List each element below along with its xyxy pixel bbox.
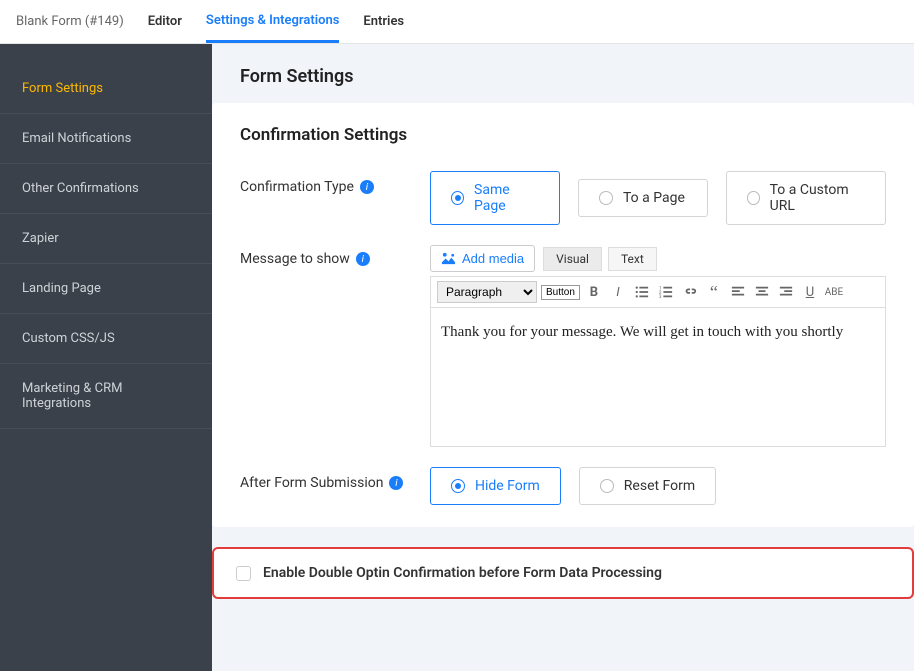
- align-center-icon[interactable]: [752, 282, 772, 302]
- sidebar-item-marketing-crm[interactable]: Marketing & CRM Integrations: [0, 364, 212, 429]
- option-to-a-page[interactable]: To a Page: [578, 179, 708, 217]
- italic-icon[interactable]: I: [608, 282, 628, 302]
- message-label: Message to show: [240, 251, 350, 267]
- page-title: Form Settings: [212, 44, 914, 103]
- double-optin-checkbox[interactable]: [236, 566, 251, 581]
- radio-icon: [451, 479, 465, 493]
- message-editor[interactable]: Thank you for your message. We will get …: [430, 307, 886, 447]
- sidebar-item-email-notifications[interactable]: Email Notifications: [0, 114, 212, 164]
- info-icon[interactable]: i: [389, 476, 403, 490]
- radio-icon: [599, 191, 613, 205]
- strikethrough-icon[interactable]: ABE: [824, 282, 844, 302]
- tab-settings-integrations[interactable]: Settings & Integrations: [206, 1, 340, 43]
- option-to-a-custom-url[interactable]: To a Custom URL: [726, 171, 886, 225]
- info-icon[interactable]: i: [360, 180, 374, 194]
- after-submission-label: After Form Submission: [240, 475, 383, 491]
- bold-icon[interactable]: B: [584, 282, 604, 302]
- sidebar-item-landing-page[interactable]: Landing Page: [0, 264, 212, 314]
- confirmation-type-label: Confirmation Type: [240, 179, 354, 195]
- panel-title: Confirmation Settings: [240, 125, 886, 145]
- sidebar-item-custom-css-js[interactable]: Custom CSS/JS: [0, 314, 212, 364]
- align-left-icon[interactable]: [728, 282, 748, 302]
- double-optin-label: Enable Double Optin Confirmation before …: [263, 565, 662, 581]
- svg-text:3: 3: [659, 295, 662, 299]
- top-nav: Blank Form (#149) Editor Settings & Inte…: [0, 0, 914, 44]
- bullet-list-icon[interactable]: [632, 282, 652, 302]
- double-optin-panel: Enable Double Optin Confirmation before …: [212, 547, 914, 599]
- media-icon: [441, 251, 456, 266]
- quote-icon[interactable]: “: [704, 282, 724, 302]
- radio-icon: [747, 191, 760, 205]
- info-icon[interactable]: i: [356, 252, 370, 266]
- editor-toolbar: Paragraph Button B I 123 “ U ABE: [430, 276, 886, 307]
- paragraph-select[interactable]: Paragraph: [437, 281, 537, 303]
- radio-icon: [451, 191, 464, 205]
- confirmation-settings-panel: Confirmation Settings Confirmation Type …: [212, 103, 914, 527]
- editor-tab-text[interactable]: Text: [608, 247, 657, 271]
- align-right-icon[interactable]: [776, 282, 796, 302]
- editor-tab-visual[interactable]: Visual: [543, 247, 602, 271]
- numbered-list-icon[interactable]: 123: [656, 282, 676, 302]
- sidebar-item-form-settings[interactable]: Form Settings: [0, 64, 212, 114]
- tab-entries[interactable]: Entries: [363, 2, 404, 41]
- tab-editor[interactable]: Editor: [148, 2, 182, 41]
- add-media-button[interactable]: Add media: [430, 245, 535, 272]
- sidebar-item-zapier[interactable]: Zapier: [0, 214, 212, 264]
- sidebar: Form Settings Email Notifications Other …: [0, 44, 212, 671]
- radio-icon: [600, 479, 614, 493]
- sidebar-item-other-confirmations[interactable]: Other Confirmations: [0, 164, 212, 214]
- form-title: Blank Form (#149): [16, 14, 124, 29]
- option-hide-form[interactable]: Hide Form: [430, 467, 561, 505]
- option-same-page[interactable]: Same Page: [430, 171, 560, 225]
- option-reset-form[interactable]: Reset Form: [579, 467, 716, 505]
- underline-icon[interactable]: U: [800, 282, 820, 302]
- link-icon[interactable]: [680, 282, 700, 302]
- button-style-button[interactable]: Button: [541, 285, 580, 300]
